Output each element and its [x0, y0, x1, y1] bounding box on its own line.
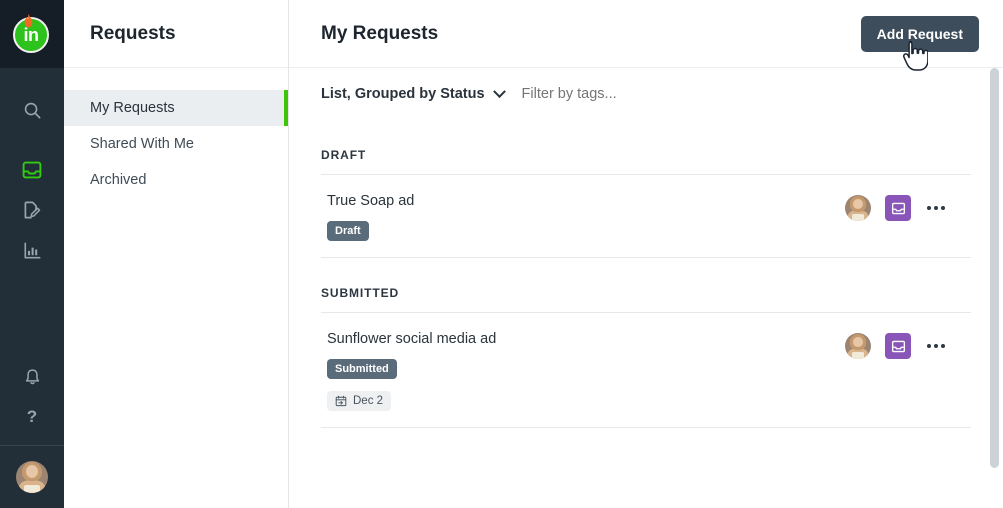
- main-content: My Requests Add Request List, Grouped by…: [289, 0, 1003, 508]
- inbox-action-button[interactable]: [885, 333, 911, 360]
- sidebar-item-help[interactable]: ?: [0, 397, 64, 437]
- icon-rail: in ?: [0, 0, 64, 508]
- document-edit-icon: [24, 201, 41, 219]
- rail-primary-icons: [0, 90, 64, 270]
- due-date-badge: Dec 2: [327, 391, 392, 412]
- row-chips: Draft: [327, 221, 414, 242]
- sidebar-item-notifications[interactable]: [0, 357, 64, 397]
- app-window: in ? Requests My Requests Shared With Me…: [0, 0, 1003, 508]
- request-title: True Soap ad: [327, 193, 415, 209]
- search-icon: [24, 102, 40, 118]
- chevron-down-icon: [492, 84, 506, 98]
- row-content: Sunflower social media ad Submitted Dec …: [321, 331, 497, 412]
- sidebar-item-reports[interactable]: [0, 230, 64, 270]
- panel-header: Requests: [64, 0, 288, 68]
- avatar[interactable]: [845, 195, 871, 221]
- group-header-draft: DRAFT: [321, 148, 367, 162]
- requests-list: DRAFT True Soap ad Draft SUBMITTED Sunfl…: [289, 120, 1003, 508]
- page-title: My Requests: [321, 22, 439, 44]
- sidebar-item-label: My Requests: [90, 100, 175, 116]
- main-header: My Requests Add Request: [289, 0, 1003, 68]
- help-icon: ?: [26, 407, 38, 426]
- vertical-scrollbar[interactable]: [990, 68, 999, 502]
- row-actions: [845, 193, 971, 221]
- more-options-icon[interactable]: [925, 200, 947, 216]
- scrollbar-track[interactable]: [990, 68, 999, 502]
- inbox-icon: [891, 202, 905, 214]
- row-divider: [321, 427, 971, 429]
- sidebar-item-my-requests[interactable]: My Requests: [64, 90, 288, 126]
- sidebar-item-search[interactable]: [0, 90, 64, 130]
- sidebar-item-shared-with-me[interactable]: Shared With Me: [64, 126, 288, 162]
- inbox-action-button[interactable]: [885, 195, 911, 221]
- add-request-button[interactable]: Add Request: [860, 15, 979, 52]
- grouping-select-label: List, Grouped by Status: [321, 86, 485, 102]
- list-toolbar: List, Grouped by Status: [289, 68, 1003, 120]
- due-date-label: Dec 2: [353, 395, 384, 408]
- avatar: [16, 461, 48, 493]
- sidebar-item-label: Archived: [90, 172, 147, 188]
- sidebar-item-archived[interactable]: Archived: [64, 162, 288, 198]
- panel-nav: My Requests Shared With Me Archived: [64, 68, 288, 198]
- row-content: True Soap ad Draft: [321, 193, 415, 242]
- row-date-chips: Dec 2: [327, 391, 496, 412]
- table-row[interactable]: Sunflower social media ad Submitted Dec …: [321, 313, 971, 427]
- sidebar-item-label: Shared With Me: [90, 136, 194, 152]
- requests-panel: Requests My Requests Shared With Me Arch…: [64, 0, 289, 508]
- calendar-icon: [335, 395, 347, 407]
- table-row[interactable]: True Soap ad Draft: [321, 175, 971, 257]
- app-logo[interactable]: in: [0, 0, 64, 68]
- scrollbar-thumb[interactable]: [990, 68, 999, 468]
- avatar[interactable]: [845, 333, 871, 360]
- status-badge: Draft: [327, 221, 369, 242]
- grouping-select[interactable]: List, Grouped by Status: [321, 84, 506, 102]
- group-header-submitted: SUBMITTED: [321, 286, 400, 301]
- tag-filter-input[interactable]: [521, 86, 742, 102]
- inbox-icon: [891, 340, 905, 352]
- bar-chart-icon: [23, 241, 41, 259]
- rail-avatar-container[interactable]: [0, 446, 64, 508]
- sidebar-item-documents[interactable]: [0, 190, 64, 230]
- status-badge: Submitted: [327, 359, 397, 380]
- logo-mark: in: [13, 14, 51, 53]
- row-chips: Submitted: [327, 359, 496, 380]
- row-actions: [845, 331, 971, 360]
- bell-icon: [25, 368, 39, 384]
- panel-title: Requests: [90, 22, 176, 44]
- sidebar-item-requests[interactable]: [0, 150, 64, 190]
- more-options-icon[interactable]: [925, 338, 947, 354]
- request-title: Sunflower social media ad: [327, 331, 497, 348]
- inbox-icon: [22, 161, 42, 179]
- flame-icon: [24, 14, 33, 28]
